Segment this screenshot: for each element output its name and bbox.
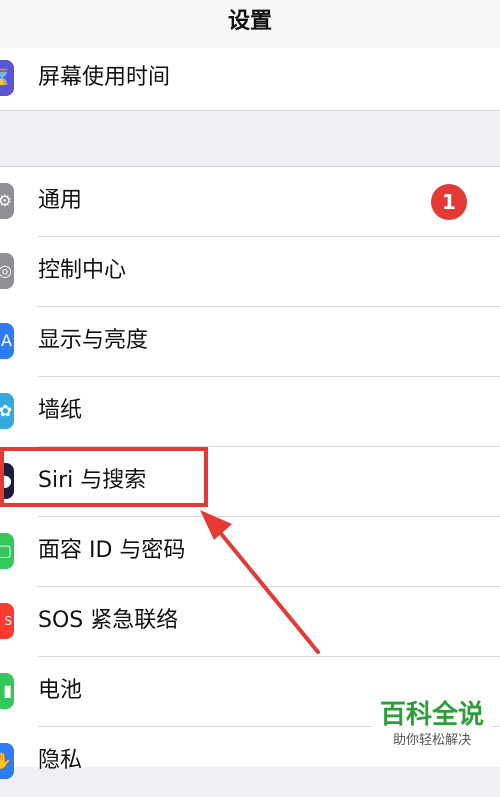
annotation-arrow: [200, 510, 320, 654]
watermark: 百科全说 助你轻松解决: [372, 698, 492, 756]
watermark-logo: 百科全说: [379, 700, 484, 730]
watermark-subtitle: 助你轻松解决: [392, 733, 471, 748]
